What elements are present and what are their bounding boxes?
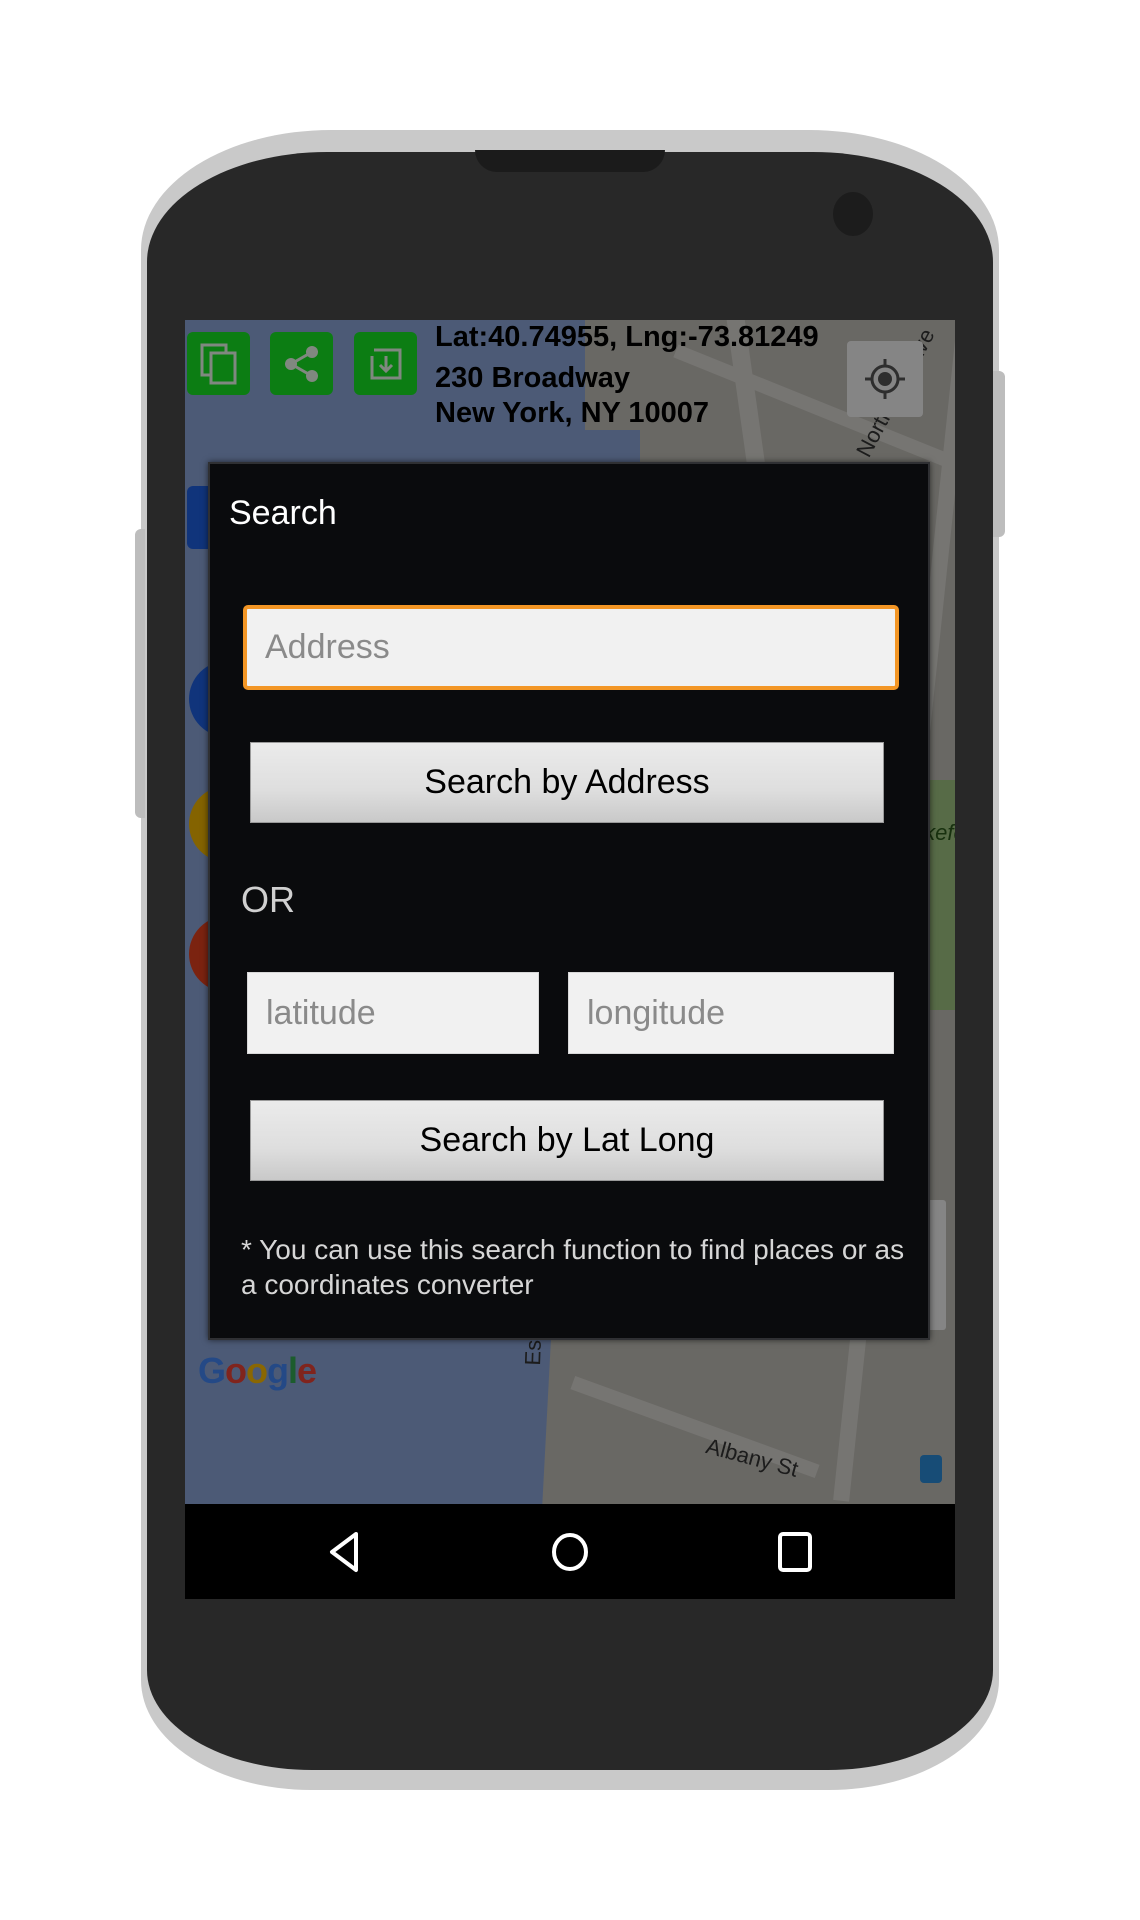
- dialog-title: Search: [229, 494, 337, 532]
- back-icon: [330, 1532, 358, 1572]
- address-input[interactable]: Address: [243, 605, 899, 690]
- search-by-latlong-button[interactable]: Search by Lat Long: [250, 1100, 884, 1181]
- recents-icon: [778, 1532, 812, 1572]
- speaker-grille: [475, 150, 665, 172]
- recents-button[interactable]: [765, 1526, 825, 1578]
- home-icon: [552, 1533, 588, 1571]
- back-button[interactable]: [314, 1526, 374, 1578]
- home-button[interactable]: [540, 1526, 600, 1578]
- search-by-address-button[interactable]: Search by Address: [250, 742, 884, 823]
- or-label: OR: [241, 879, 295, 920]
- help-note: * You can use this search function to fi…: [241, 1234, 905, 1300]
- front-camera: [833, 192, 873, 236]
- search-dialog: Search Address Search by Address OR lati…: [208, 462, 930, 1340]
- longitude-input[interactable]: longitude: [568, 972, 894, 1054]
- volume-button: [135, 529, 145, 818]
- latitude-input[interactable]: latitude: [247, 972, 539, 1054]
- navigation-bar: [185, 1504, 955, 1599]
- power-button: [993, 371, 1005, 537]
